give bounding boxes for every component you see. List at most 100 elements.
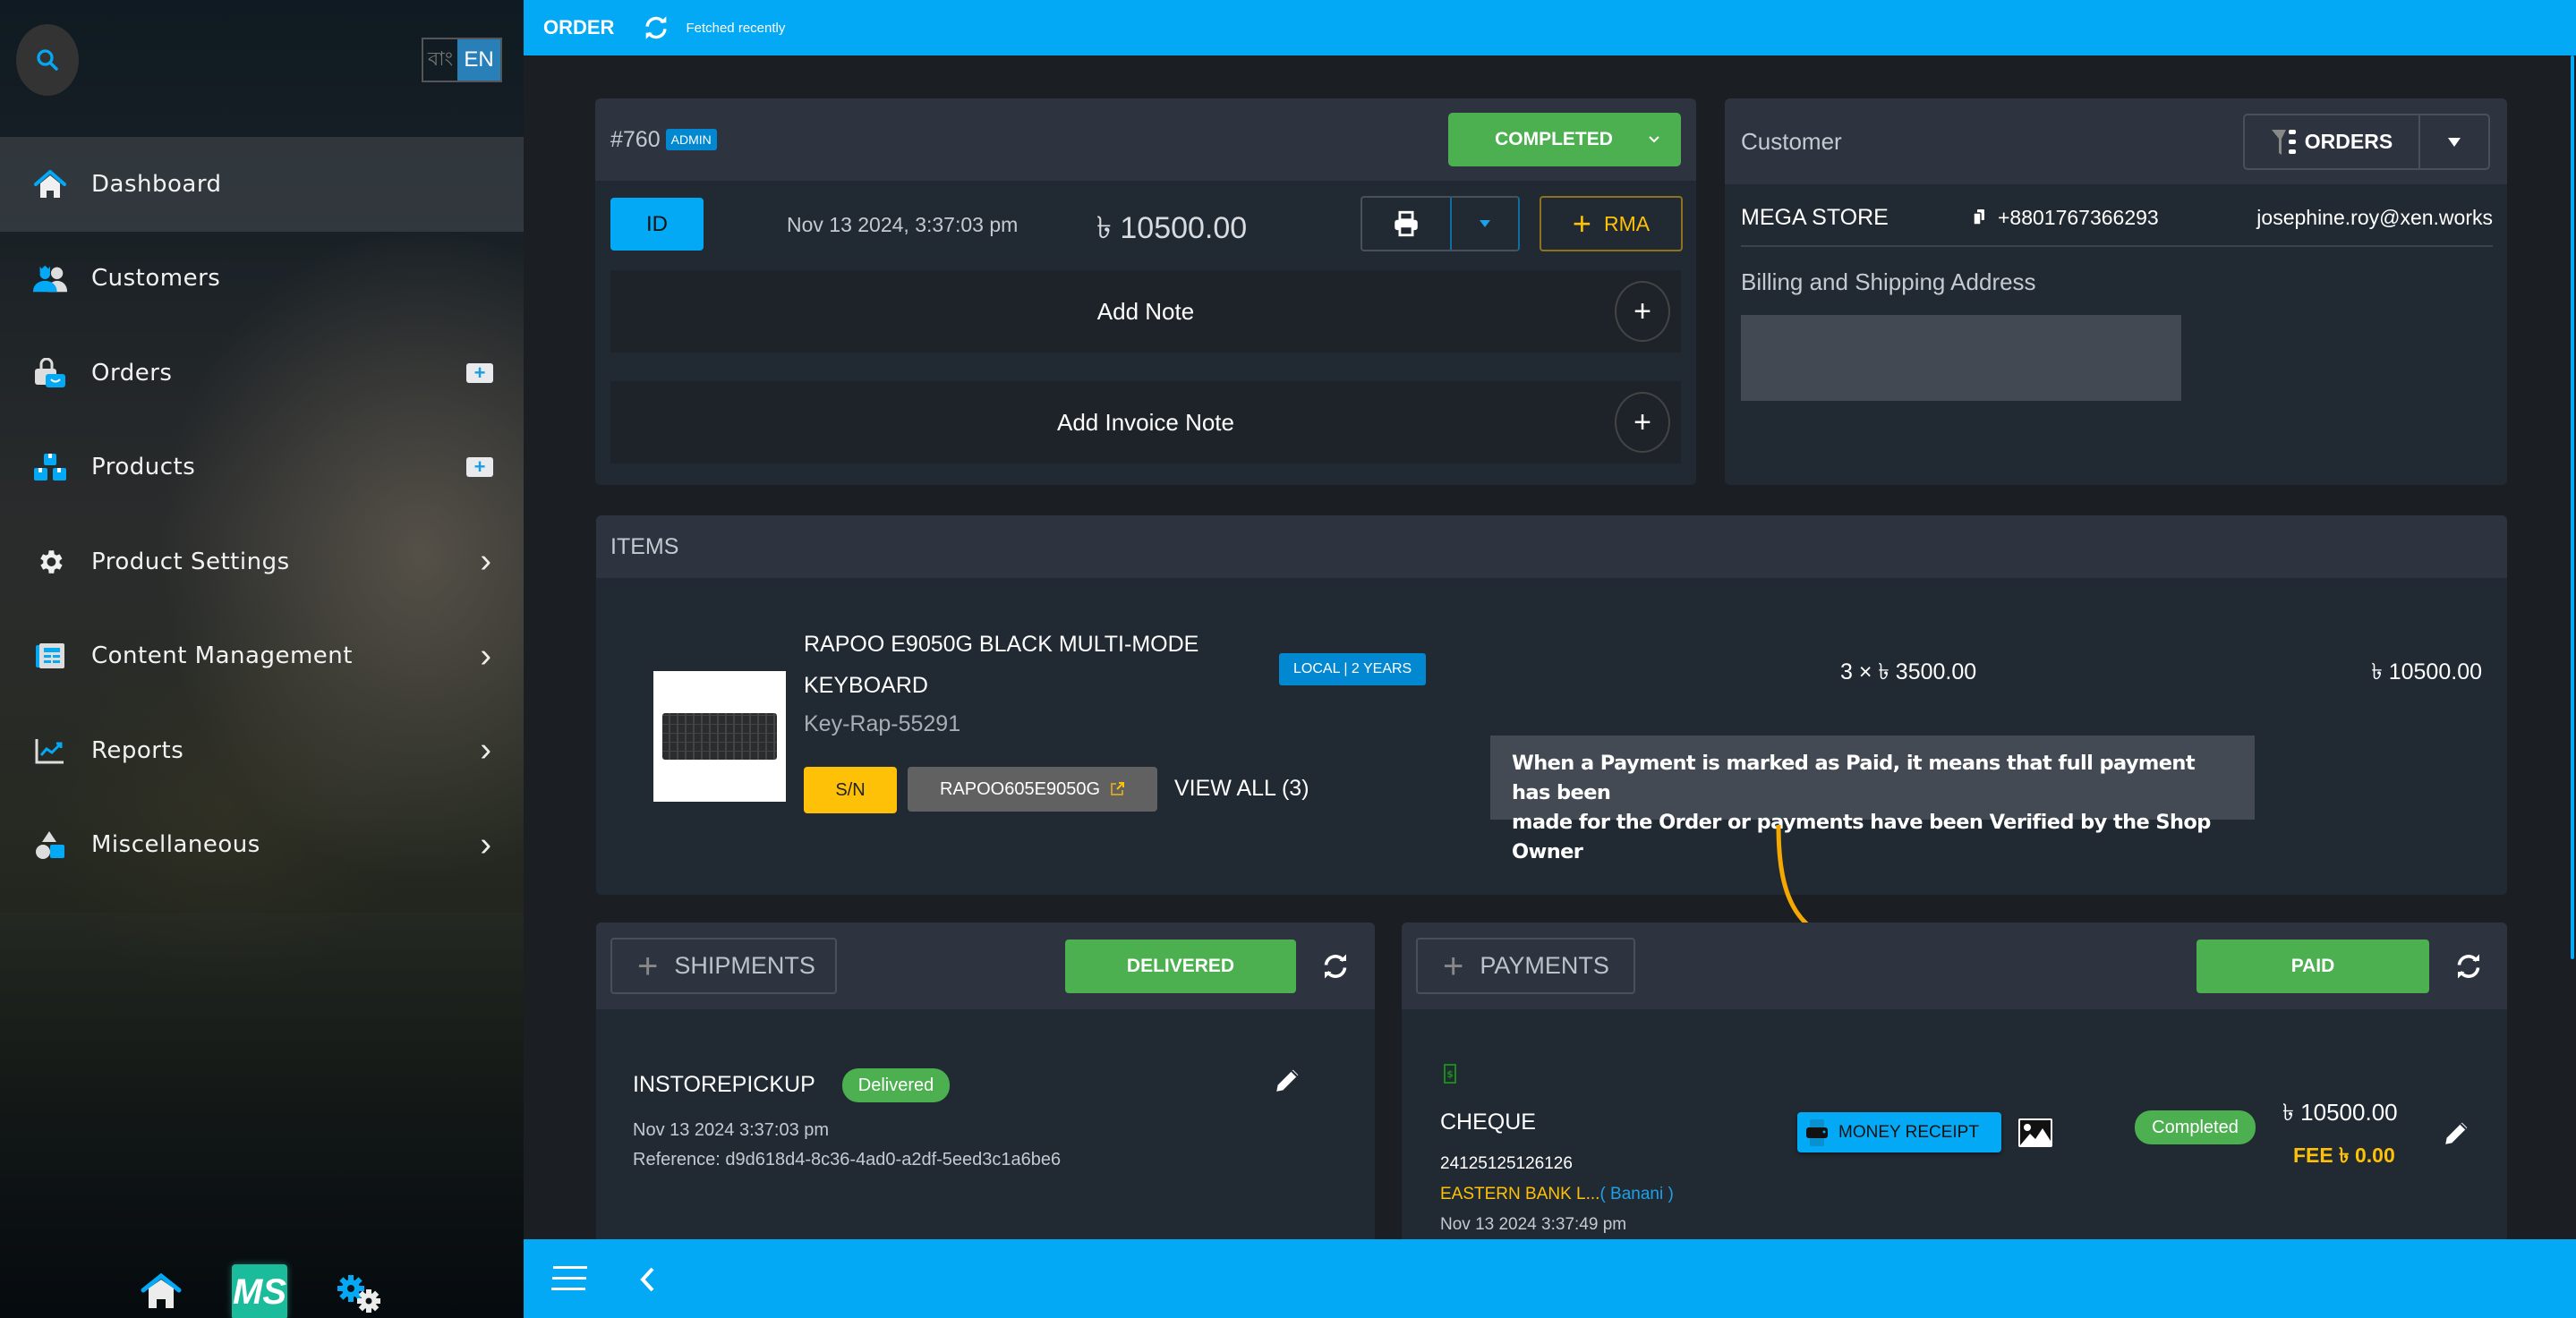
plus-icon: + <box>1572 205 1591 242</box>
add-shipment-button[interactable]: + SHIPMENTS <box>610 938 837 994</box>
search-button[interactable] <box>16 24 79 96</box>
payment-status-button[interactable]: PAID <box>2196 940 2429 993</box>
sidebar-nav: Dashboard Customers Orders + Products + … <box>0 137 524 892</box>
copy-icon[interactable] <box>1973 208 1985 231</box>
chevron-down-icon <box>1649 136 1659 143</box>
chevron-right-icon[interactable]: › <box>480 731 491 770</box>
customer-email[interactable]: josephine.roy@xen.works <box>2256 206 2493 230</box>
sidebar-item-customers[interactable]: Customers <box>0 232 524 327</box>
payment-method: CHEQUE <box>1440 1110 1536 1135</box>
sidebar-item-miscellaneous[interactable]: Miscellaneous › <box>0 798 524 893</box>
id-label: ID <box>646 211 668 236</box>
add-invoice-note-row[interactable]: Add Invoice Note + <box>610 381 1681 463</box>
shipment-date: Nov 13 2024 3:37:03 pm <box>633 1120 830 1140</box>
add-invoice-note-button[interactable]: + <box>1615 392 1670 453</box>
customer-header: Customer ORDERS <box>1725 98 2507 184</box>
chevron-right-icon[interactable]: › <box>480 637 491 676</box>
caret-down-icon <box>2448 137 2461 147</box>
edit-shipment-icon[interactable] <box>1273 1065 1303 1095</box>
add-product-button[interactable]: + <box>466 457 493 478</box>
refresh-payments-icon[interactable] <box>2452 950 2485 982</box>
customer-title: Customer <box>1741 127 1842 155</box>
image-attachment-icon[interactable] <box>2017 1118 2053 1148</box>
sidebar-footer: MS <box>0 1235 524 1318</box>
product-name-line2[interactable]: KEYBOARD <box>804 673 928 699</box>
add-payment-button[interactable]: + PAYMENTS <box>1416 938 1635 994</box>
customer-phone[interactable]: +8801767366293 <box>1998 206 2159 230</box>
app-logo[interactable]: MS <box>232 1264 287 1318</box>
money-receipt-button[interactable]: MONEY RECEIPT <box>1797 1112 2001 1152</box>
orders-bag-icon <box>32 355 68 391</box>
sync-icon[interactable] <box>641 13 671 43</box>
payments-card: + PAYMENTS PAID $ CHEQUE 24125125126126 … <box>1402 923 2507 1245</box>
order-id-button[interactable]: ID <box>610 198 704 251</box>
orders-label: ORDERS <box>2304 130 2393 153</box>
payments-header: + PAYMENTS PAID <box>1402 923 2507 1009</box>
sidebar-item-label: Miscellaneous <box>91 831 260 859</box>
printer-icon <box>1806 1118 1828 1146</box>
refresh-shipments-icon[interactable] <box>1319 950 1352 982</box>
customer-orders-dropdown[interactable] <box>2420 115 2488 168</box>
shipment-method: INSTOREPICKUP <box>633 1072 815 1097</box>
shipment-status-pill: Delivered <box>842 1068 950 1102</box>
edit-payment-icon[interactable] <box>2442 1118 2472 1148</box>
top-bar: ORDER Fetched recently <box>524 0 2576 55</box>
items-title: ITEMS <box>610 533 679 559</box>
sidebar-item-orders[interactable]: Orders + <box>0 326 524 421</box>
customer-name[interactable]: MEGA STORE <box>1741 205 1889 231</box>
sidebar-item-dashboard[interactable]: Dashboard <box>0 137 524 232</box>
page-scrollbar[interactable] <box>2571 55 2574 959</box>
order-source-badge: ADMIN <box>665 129 717 150</box>
order-total: ৳ 10500.00 <box>1096 211 1248 245</box>
page-title: ORDER <box>543 16 615 38</box>
add-order-button[interactable]: + <box>466 362 493 383</box>
order-card: #760 ADMIN COMPLETED ID Nov 13 2024, 3:3… <box>595 98 1696 485</box>
serial-link[interactable]: RAPOO605E9050G <box>908 767 1157 812</box>
serial-number-button[interactable]: S/N <box>804 767 897 813</box>
product-name-line1[interactable]: RAPOO E9050G BLACK MULTI-MODE <box>804 632 1198 658</box>
back-chevron-icon[interactable] <box>638 1266 658 1293</box>
shipment-status-button[interactable]: DELIVERED <box>1065 940 1296 993</box>
customer-orders-button[interactable]: ORDERS <box>2245 115 2420 168</box>
sidebar-item-reports[interactable]: Reports › <box>0 703 524 798</box>
add-note-row[interactable]: Add Note + <box>610 270 1681 353</box>
items-header: ITEMS <box>596 515 2507 578</box>
address-title: Billing and Shipping Address <box>1741 268 2036 295</box>
view-all-serials-link[interactable]: VIEW ALL (3) <box>1174 776 1309 802</box>
payment-fee: FEE ৳ 0.00 <box>2293 1144 2395 1167</box>
rma-label: RMA <box>1603 211 1651 235</box>
payment-amount: ৳ 10500.00 <box>2282 1099 2398 1126</box>
lang-english[interactable]: EN <box>457 39 500 81</box>
caret-down-icon <box>1480 220 1490 227</box>
settings-footer-button[interactable] <box>337 1274 383 1318</box>
chevron-right-icon[interactable]: › <box>480 826 491 864</box>
customer-body: MEGA STORE +8801767366293 josephine.roy@… <box>1725 184 2507 485</box>
print-options-dropdown[interactable] <box>1452 198 1518 250</box>
rma-button[interactable]: + RMA <box>1540 196 1683 251</box>
print-button[interactable] <box>1362 198 1452 250</box>
product-image[interactable] <box>653 671 786 802</box>
sidebar-item-label: Reports <box>91 736 184 764</box>
language-toggle[interactable]: বাং EN <box>422 38 502 82</box>
sidebar-item-products[interactable]: Products + <box>0 421 524 515</box>
add-note-button[interactable]: + <box>1615 281 1670 342</box>
chevron-right-icon[interactable]: › <box>480 542 491 581</box>
gears-icon <box>337 1275 380 1313</box>
menu-icon[interactable] <box>551 1263 589 1294</box>
sidebar-item-product-settings[interactable]: Product Settings › <box>0 514 524 609</box>
fetch-status: Fetched recently <box>686 20 786 36</box>
tooltip-line-1: When a Payment is marked as Paid, it mea… <box>1512 752 2196 804</box>
sidebar-item-content-management[interactable]: Content Management › <box>0 609 524 704</box>
order-status-dropdown[interactable]: COMPLETED <box>1448 113 1681 166</box>
warranty-badge: LOCAL | 2 YEARS <box>1279 653 1427 685</box>
printer-icon <box>1395 210 1418 237</box>
home-icon <box>32 166 68 202</box>
bottom-bar <box>524 1239 2576 1318</box>
chart-icon <box>32 733 68 769</box>
money-receipt-label: MONEY RECEIPT <box>1838 1122 1979 1142</box>
print-button-group <box>1361 196 1520 251</box>
lang-bangla[interactable]: বাং <box>423 39 457 81</box>
cheque-number: 24125125126126 <box>1440 1154 1573 1173</box>
home-footer-button[interactable] <box>141 1272 182 1314</box>
payment-date: Nov 13 2024 3:37:49 pm <box>1440 1215 1627 1234</box>
